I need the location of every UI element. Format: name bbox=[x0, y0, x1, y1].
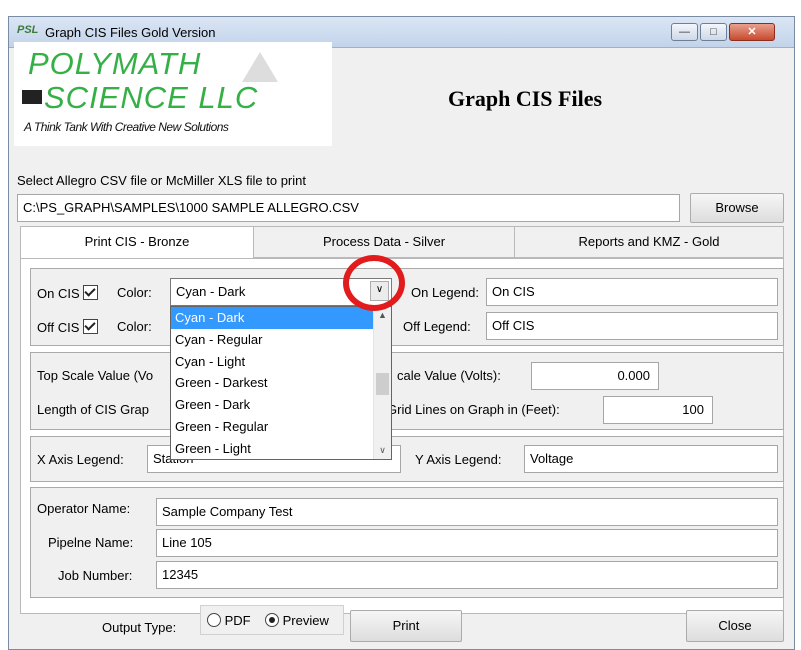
job-number-input[interactable]: 12345 bbox=[156, 561, 778, 589]
off-legend-label: Off Legend: bbox=[403, 319, 471, 334]
off-cis-checkbox-row[interactable]: Off CIS bbox=[37, 319, 99, 335]
minimize-button[interactable]: — bbox=[671, 23, 698, 41]
bottom-scale-label: cale Value (Volts): bbox=[397, 368, 501, 383]
company-logo: POLYMATH SCIENCE LLC A Think Tank With C… bbox=[14, 42, 332, 146]
dropdown-option[interactable]: Cyan - Dark bbox=[171, 307, 391, 329]
tab-process-data[interactable]: Process Data - Silver bbox=[253, 226, 515, 258]
off-cis-label: Off CIS bbox=[37, 320, 80, 335]
minimize-icon: — bbox=[679, 26, 690, 38]
preview-radio[interactable] bbox=[265, 613, 279, 627]
maximize-icon: □ bbox=[710, 26, 717, 38]
close-button[interactable]: Close bbox=[686, 610, 784, 642]
scrollbar-thumb[interactable] bbox=[376, 373, 389, 395]
on-cis-checkbox[interactable] bbox=[83, 285, 99, 300]
output-type-group: PDF Preview bbox=[200, 605, 344, 635]
page-title: Graph CIS Files bbox=[448, 86, 603, 111]
highlight-circle bbox=[343, 255, 405, 311]
logo-line-1: POLYMATH bbox=[28, 46, 202, 81]
close-window-button[interactable]: ✕ bbox=[729, 23, 775, 41]
cis-group: On CIS Color: Off CIS Color: On Legend: … bbox=[30, 268, 784, 346]
top-scale-label: Top Scale Value (Vo bbox=[37, 368, 154, 383]
file-select-label: Select Allegro CSV file or McMiller XLS … bbox=[17, 173, 306, 188]
dropdown-scrollbar[interactable]: ▲ ∨ bbox=[373, 307, 391, 459]
maximize-button[interactable]: □ bbox=[700, 23, 727, 41]
dropdown-option[interactable]: Green - Dark bbox=[171, 394, 391, 416]
app-icon: PSL bbox=[17, 24, 39, 36]
y-axis-label: Y Axis Legend: bbox=[415, 452, 502, 467]
off-cis-checkbox[interactable] bbox=[83, 319, 99, 334]
tab-print-cis[interactable]: Print CIS - Bronze bbox=[20, 226, 254, 260]
browse-button[interactable]: Browse bbox=[690, 193, 784, 223]
pdf-option[interactable]: PDF bbox=[207, 613, 251, 628]
grid-lines-input[interactable]: 100 bbox=[603, 396, 713, 424]
operator-input[interactable]: Sample Company Test bbox=[156, 498, 778, 526]
logo-tagline: A Think Tank With Creative New Solutions bbox=[24, 120, 229, 134]
pipeline-label: Pipelne Name: bbox=[48, 535, 134, 550]
output-type-label: Output Type: bbox=[102, 620, 177, 635]
on-color-label: Color: bbox=[117, 285, 152, 300]
on-color-selected-value: Cyan - Dark bbox=[176, 284, 246, 299]
logo-line-2: SCIENCE LLC bbox=[44, 80, 259, 115]
dropdown-option[interactable]: Green - Regular bbox=[171, 416, 391, 438]
dropdown-option[interactable]: Cyan - Light bbox=[171, 351, 391, 373]
dropdown-option[interactable]: Cyan - Regular bbox=[171, 329, 391, 351]
off-color-label: Color: bbox=[117, 319, 152, 334]
on-cis-checkbox-row[interactable]: On CIS bbox=[37, 285, 99, 301]
triangle-icon bbox=[242, 52, 278, 82]
pipeline-input[interactable]: Line 105 bbox=[156, 529, 778, 557]
x-axis-label: X Axis Legend: bbox=[37, 452, 124, 467]
chip-icon bbox=[22, 90, 42, 104]
info-group: Operator Name: Sample Company Test Pipel… bbox=[30, 487, 784, 598]
color-dropdown-list[interactable]: Cyan - Dark Cyan - Regular Cyan - Light … bbox=[170, 306, 392, 460]
length-label: Length of CIS Grap bbox=[37, 402, 150, 417]
preview-option[interactable]: Preview bbox=[265, 613, 329, 628]
file-path-input[interactable]: C:\PS_GRAPH\SAMPLES\1000 SAMPLE ALLEGRO.… bbox=[17, 194, 680, 222]
close-icon: ✕ bbox=[747, 26, 757, 38]
pdf-label: PDF bbox=[224, 613, 251, 628]
on-legend-label: On Legend: bbox=[411, 285, 479, 300]
window-title: Graph CIS Files Gold Version bbox=[45, 25, 216, 40]
job-number-label: Job Number: bbox=[58, 568, 133, 583]
print-button[interactable]: Print bbox=[350, 610, 462, 642]
scale-group: Top Scale Value (Vo cale Value (Volts): … bbox=[30, 352, 784, 430]
operator-label: Operator Name: bbox=[37, 501, 131, 516]
off-legend-input[interactable]: Off CIS bbox=[486, 312, 778, 340]
tab-reports-kmz[interactable]: Reports and KMZ - Gold bbox=[514, 226, 784, 258]
dropdown-option[interactable]: Green - Light bbox=[171, 438, 391, 459]
on-legend-input[interactable]: On CIS bbox=[486, 278, 778, 306]
preview-label: Preview bbox=[282, 613, 329, 628]
scroll-down-icon[interactable]: ∨ bbox=[374, 442, 391, 459]
grid-lines-label: Grid Lines on Graph in (Feet): bbox=[387, 402, 560, 417]
pdf-radio[interactable] bbox=[207, 613, 221, 627]
dropdown-option[interactable]: Green - Darkest bbox=[171, 372, 391, 394]
bottom-scale-input[interactable]: 0.000 bbox=[531, 362, 659, 390]
y-axis-input[interactable]: Voltage bbox=[524, 445, 778, 473]
axis-group: X Axis Legend: Station Y Axis Legend: Vo… bbox=[30, 436, 784, 482]
on-cis-label: On CIS bbox=[37, 286, 80, 301]
